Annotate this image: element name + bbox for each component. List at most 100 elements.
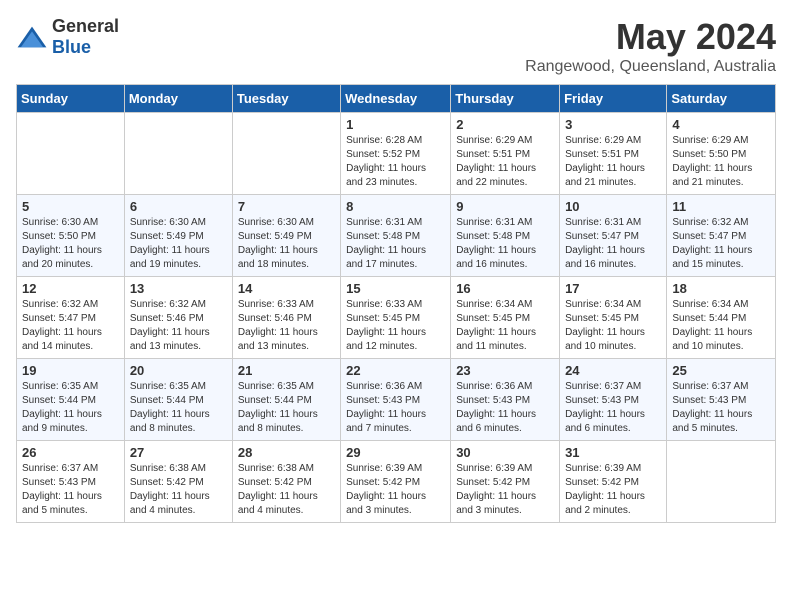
calendar-cell: 17Sunrise: 6:34 AMSunset: 5:45 PMDayligh… xyxy=(560,277,667,359)
page-header: General Blue May 2024 Rangewood, Queensl… xyxy=(16,16,776,76)
day-number: 20 xyxy=(130,363,227,378)
day-number: 1 xyxy=(346,117,445,132)
day-number: 4 xyxy=(672,117,770,132)
day-info: Sunrise: 6:38 AMSunset: 5:42 PMDaylight:… xyxy=(238,462,335,518)
calendar-week-row: 19 Sunrise: 6:35 AMSunset: 5:44 PMDayligh… xyxy=(17,359,776,441)
day-number: 9 xyxy=(456,199,554,214)
calendar-cell: 1 Sunrise: 6:28 AMSunset: 5:52 PMDaylight… xyxy=(341,113,451,195)
calendar-cell: 20 Sunrise: 6:35 AMSunset: 5:44 PMDayligh… xyxy=(124,359,232,441)
calendar-cell: 14 Sunrise: 6:33 AMSunset: 5:46 PMDayligh… xyxy=(232,277,340,359)
logo-icon xyxy=(16,25,48,49)
weekday-header: Sunday xyxy=(17,85,125,113)
day-info: Sunrise: 6:34 AMSunset: 5:45 PMDaylight:… xyxy=(456,298,554,354)
calendar-cell: 11Sunrise: 6:32 AMSunset: 5:47 PMDayligh… xyxy=(667,195,776,277)
calendar-cell: 10Sunrise: 6:31 AMSunset: 5:47 PMDayligh… xyxy=(560,195,667,277)
day-info: Sunrise: 6:32 AMSunset: 5:47 PMDaylight:… xyxy=(672,216,770,272)
day-number: 8 xyxy=(346,199,445,214)
weekday-header: Thursday xyxy=(451,85,560,113)
day-number: 2 xyxy=(456,117,554,132)
calendar-cell: 8 Sunrise: 6:31 AMSunset: 5:48 PMDaylight… xyxy=(341,195,451,277)
day-info: Sunrise: 6:30 AMSunset: 5:50 PMDaylight:… xyxy=(22,216,119,272)
day-number: 26 xyxy=(22,445,119,460)
calendar-cell: 16Sunrise: 6:34 AMSunset: 5:45 PMDayligh… xyxy=(451,277,560,359)
calendar-cell: 15Sunrise: 6:33 AMSunset: 5:45 PMDayligh… xyxy=(341,277,451,359)
calendar-week-row: 1 Sunrise: 6:28 AMSunset: 5:52 PMDaylight… xyxy=(17,113,776,195)
day-info: Sunrise: 6:37 AMSunset: 5:43 PMDaylight:… xyxy=(672,380,770,436)
day-number: 14 xyxy=(238,281,335,296)
calendar-cell: 28 Sunrise: 6:38 AMSunset: 5:42 PMDayligh… xyxy=(232,441,340,523)
day-info: Sunrise: 6:29 AMSunset: 5:51 PMDaylight:… xyxy=(565,134,661,190)
day-info: Sunrise: 6:28 AMSunset: 5:52 PMDaylight:… xyxy=(346,134,445,190)
calendar-cell xyxy=(232,113,340,195)
day-number: 25 xyxy=(672,363,770,378)
calendar-cell: 12 Sunrise: 6:32 AMSunset: 5:47 PMDayligh… xyxy=(17,277,125,359)
day-info: Sunrise: 6:38 AMSunset: 5:42 PMDaylight:… xyxy=(130,462,227,518)
day-number: 3 xyxy=(565,117,661,132)
day-info: Sunrise: 6:39 AMSunset: 5:42 PMDaylight:… xyxy=(346,462,445,518)
day-info: Sunrise: 6:39 AMSunset: 5:42 PMDaylight:… xyxy=(565,462,661,518)
calendar-cell: 7Sunrise: 6:30 AMSunset: 5:49 PMDaylight… xyxy=(232,195,340,277)
day-info: Sunrise: 6:31 AMSunset: 5:47 PMDaylight:… xyxy=(565,216,661,272)
day-number: 5 xyxy=(22,199,119,214)
calendar-cell xyxy=(124,113,232,195)
calendar-week-row: 26 Sunrise: 6:37 AMSunset: 5:43 PMDayligh… xyxy=(17,441,776,523)
day-info: Sunrise: 6:29 AMSunset: 5:50 PMDaylight:… xyxy=(672,134,770,190)
day-number: 6 xyxy=(130,199,227,214)
calendar-week-row: 12 Sunrise: 6:32 AMSunset: 5:47 PMDayligh… xyxy=(17,277,776,359)
weekday-header: Saturday xyxy=(667,85,776,113)
calendar-cell: 9 Sunrise: 6:31 AMSunset: 5:48 PMDaylight… xyxy=(451,195,560,277)
day-number: 15 xyxy=(346,281,445,296)
calendar-cell: 3 Sunrise: 6:29 AMSunset: 5:51 PMDaylight… xyxy=(560,113,667,195)
day-info: Sunrise: 6:32 AMSunset: 5:47 PMDaylight:… xyxy=(22,298,119,354)
day-number: 27 xyxy=(130,445,227,460)
weekday-header: Friday xyxy=(560,85,667,113)
calendar-cell: 23 Sunrise: 6:36 AMSunset: 5:43 PMDayligh… xyxy=(451,359,560,441)
weekday-header: Monday xyxy=(124,85,232,113)
calendar-cell: 27 Sunrise: 6:38 AMSunset: 5:42 PMDayligh… xyxy=(124,441,232,523)
month-title: May 2024 xyxy=(525,16,776,58)
day-number: 12 xyxy=(22,281,119,296)
logo: General Blue xyxy=(16,16,119,58)
calendar-cell: 26 Sunrise: 6:37 AMSunset: 5:43 PMDayligh… xyxy=(17,441,125,523)
calendar-cell: 25 Sunrise: 6:37 AMSunset: 5:43 PMDayligh… xyxy=(667,359,776,441)
day-info: Sunrise: 6:29 AMSunset: 5:51 PMDaylight:… xyxy=(456,134,554,190)
calendar-cell: 5 Sunrise: 6:30 AMSunset: 5:50 PMDaylight… xyxy=(17,195,125,277)
day-info: Sunrise: 6:31 AMSunset: 5:48 PMDaylight:… xyxy=(346,216,445,272)
day-info: Sunrise: 6:35 AMSunset: 5:44 PMDaylight:… xyxy=(130,380,227,436)
calendar-header-row: SundayMondayTuesdayWednesdayThursdayFrid… xyxy=(17,85,776,113)
day-number: 19 xyxy=(22,363,119,378)
day-number: 30 xyxy=(456,445,554,460)
calendar-cell: 31 Sunrise: 6:39 AMSunset: 5:42 PMDayligh… xyxy=(560,441,667,523)
day-info: Sunrise: 6:33 AMSunset: 5:46 PMDaylight:… xyxy=(238,298,335,354)
calendar-cell: 22 Sunrise: 6:36 AMSunset: 5:43 PMDayligh… xyxy=(341,359,451,441)
day-number: 24 xyxy=(565,363,661,378)
day-number: 31 xyxy=(565,445,661,460)
day-number: 7 xyxy=(238,199,335,214)
calendar-cell: 21Sunrise: 6:35 AMSunset: 5:44 PMDayligh… xyxy=(232,359,340,441)
calendar-cell: 18Sunrise: 6:34 AMSunset: 5:44 PMDayligh… xyxy=(667,277,776,359)
day-number: 28 xyxy=(238,445,335,460)
day-info: Sunrise: 6:32 AMSunset: 5:46 PMDaylight:… xyxy=(130,298,227,354)
day-info: Sunrise: 6:37 AMSunset: 5:43 PMDaylight:… xyxy=(22,462,119,518)
calendar-cell: 6 Sunrise: 6:30 AMSunset: 5:49 PMDaylight… xyxy=(124,195,232,277)
day-info: Sunrise: 6:37 AMSunset: 5:43 PMDaylight:… xyxy=(565,380,661,436)
calendar-cell xyxy=(667,441,776,523)
day-number: 22 xyxy=(346,363,445,378)
calendar-cell: 30Sunrise: 6:39 AMSunset: 5:42 PMDayligh… xyxy=(451,441,560,523)
day-number: 23 xyxy=(456,363,554,378)
calendar-cell: 4 Sunrise: 6:29 AMSunset: 5:50 PMDaylight… xyxy=(667,113,776,195)
location-title: Rangewood, Queensland, Australia xyxy=(525,58,776,76)
day-info: Sunrise: 6:34 AMSunset: 5:44 PMDaylight:… xyxy=(672,298,770,354)
calendar-cell xyxy=(17,113,125,195)
calendar-week-row: 5 Sunrise: 6:30 AMSunset: 5:50 PMDaylight… xyxy=(17,195,776,277)
day-info: Sunrise: 6:30 AMSunset: 5:49 PMDaylight:… xyxy=(130,216,227,272)
day-number: 21 xyxy=(238,363,335,378)
calendar-cell: 29Sunrise: 6:39 AMSunset: 5:42 PMDayligh… xyxy=(341,441,451,523)
logo-general: General xyxy=(52,16,119,36)
calendar-table: SundayMondayTuesdayWednesdayThursdayFrid… xyxy=(16,84,776,523)
day-info: Sunrise: 6:36 AMSunset: 5:43 PMDaylight:… xyxy=(456,380,554,436)
day-info: Sunrise: 6:36 AMSunset: 5:43 PMDaylight:… xyxy=(346,380,445,436)
calendar-cell: 2 Sunrise: 6:29 AMSunset: 5:51 PMDaylight… xyxy=(451,113,560,195)
day-info: Sunrise: 6:31 AMSunset: 5:48 PMDaylight:… xyxy=(456,216,554,272)
calendar-cell: 13Sunrise: 6:32 AMSunset: 5:46 PMDayligh… xyxy=(124,277,232,359)
